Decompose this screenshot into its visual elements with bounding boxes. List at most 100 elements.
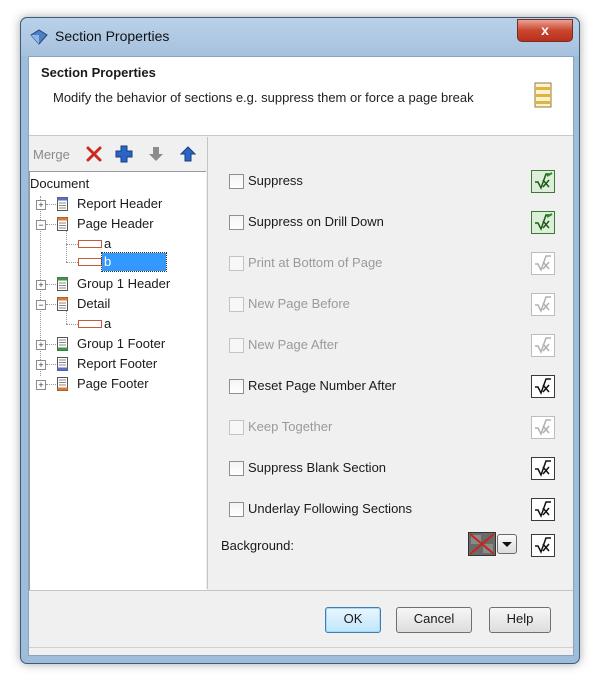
close-button[interactable]: x — [517, 19, 573, 42]
collapse-toggle[interactable]: − — [36, 220, 46, 230]
suppress-drill-down-checkbox[interactable] — [229, 215, 244, 230]
option-underlay: Underlay Following Sections — [215, 498, 573, 522]
help-button[interactable]: Help — [489, 607, 551, 633]
tree-item-group1-footer[interactable]: Group 1 Footer — [77, 334, 165, 354]
tree-connector — [46, 204, 56, 205]
group-header-icon — [57, 277, 68, 291]
section-band-icon — [78, 320, 102, 328]
formula-icon — [531, 252, 555, 275]
header-panel: Section Properties Modify the behavior o… — [29, 57, 573, 136]
tree-connector — [66, 244, 78, 245]
formula-set-icon[interactable] — [531, 170, 555, 193]
no-color-swatch-icon[interactable] — [468, 532, 496, 556]
option-label: Suppress — [248, 173, 303, 188]
tree-item-page-header-a[interactable]: a — [104, 234, 111, 254]
new-page-before-checkbox — [229, 297, 244, 312]
expand-toggle[interactable]: + — [36, 360, 46, 370]
tree-connector — [46, 284, 56, 285]
page-header-icon — [57, 217, 68, 231]
window-title: Section Properties — [55, 28, 170, 44]
option-label: Print at Bottom of Page — [248, 255, 383, 270]
option-label: Keep Together — [248, 419, 333, 434]
option-new-page-before: New Page Before — [215, 293, 573, 317]
option-label: Suppress Blank Section — [248, 460, 387, 475]
option-label: Reset Page Number After — [248, 378, 397, 393]
tree-toolbar: Merge — [29, 137, 207, 171]
tree-root-document[interactable]: Document — [30, 174, 89, 194]
status-bar — [29, 647, 573, 656]
formula-icon — [531, 293, 555, 316]
detail-icon — [57, 297, 68, 311]
suppress-checkbox[interactable] — [229, 174, 244, 189]
tree-item-detail-a[interactable]: a — [104, 314, 111, 334]
tree-item-page-header[interactable]: Page Header — [77, 214, 154, 234]
move-up-icon[interactable] — [179, 145, 197, 163]
tree-item-detail[interactable]: Detail — [77, 294, 110, 314]
delete-icon[interactable] — [85, 145, 103, 163]
ok-button[interactable]: OK — [325, 607, 381, 633]
background-label: Background: — [221, 538, 294, 553]
cancel-button[interactable]: Cancel — [396, 607, 472, 633]
option-label: New Page After — [248, 337, 339, 352]
header-title: Section Properties — [41, 65, 156, 80]
formula-icon — [531, 334, 555, 357]
option-label: New Page Before — [248, 296, 350, 311]
expand-toggle[interactable]: + — [36, 340, 46, 350]
formula-set-icon[interactable] — [531, 211, 555, 234]
expand-toggle[interactable]: + — [36, 380, 46, 390]
title-bar[interactable]: Section Properties x — [21, 18, 579, 56]
tree-connector — [66, 262, 78, 263]
add-icon[interactable] — [115, 145, 133, 163]
tree-item-report-header[interactable]: Report Header — [77, 194, 162, 214]
option-label: Suppress on Drill Down — [248, 214, 384, 229]
option-suppress: Suppress — [215, 170, 573, 194]
section-band-icon — [78, 240, 102, 248]
section-tree[interactable]: Document + Report Header − Page Header a… — [29, 171, 206, 591]
section-properties-dialog: Section Properties x Section Properties … — [20, 17, 580, 664]
option-new-page-after: New Page After — [215, 334, 573, 358]
option-suppress-drill-down: Suppress on Drill Down — [215, 211, 573, 235]
formula-icon[interactable] — [531, 498, 555, 521]
tree-connector — [46, 384, 56, 385]
page-footer-icon — [57, 377, 68, 391]
section-band-icon — [78, 258, 102, 266]
underlay-checkbox[interactable] — [229, 502, 244, 517]
tree-item-page-header-b[interactable]: b — [101, 252, 167, 272]
formula-icon[interactable] — [531, 457, 555, 480]
option-suppress-blank: Suppress Blank Section — [215, 457, 573, 481]
expand-toggle[interactable]: + — [36, 280, 46, 290]
tree-item-group1-header[interactable]: Group 1 Header — [77, 274, 170, 294]
app-icon — [30, 29, 48, 45]
dialog-client: Section Properties Modify the behavior o… — [28, 56, 574, 656]
options-panel: Suppress Suppress on Drill Down Print at… — [215, 137, 573, 589]
expand-toggle[interactable]: + — [36, 200, 46, 210]
new-page-after-checkbox — [229, 338, 244, 353]
group-footer-icon — [57, 337, 68, 351]
header-description: Modify the behavior of sections e.g. sup… — [53, 90, 474, 105]
tree-item-page-footer[interactable]: Page Footer — [77, 374, 149, 394]
option-reset-page-number: Reset Page Number After — [215, 375, 573, 399]
tree-connector — [46, 304, 56, 305]
option-keep-together: Keep Together — [215, 416, 573, 440]
move-down-icon[interactable] — [147, 145, 165, 163]
reset-page-number-checkbox[interactable] — [229, 379, 244, 394]
keep-together-checkbox — [229, 420, 244, 435]
chevron-down-icon[interactable] — [497, 534, 517, 554]
suppress-blank-checkbox[interactable] — [229, 461, 244, 476]
merge-button[interactable]: Merge — [33, 147, 70, 162]
report-footer-icon — [57, 357, 68, 371]
option-label: Underlay Following Sections — [248, 501, 413, 516]
tree-connector — [66, 324, 78, 325]
collapse-toggle[interactable]: − — [36, 300, 46, 310]
formula-icon[interactable] — [531, 375, 555, 398]
report-header-icon — [57, 197, 68, 211]
formula-icon — [531, 416, 555, 439]
tree-connector — [46, 344, 56, 345]
option-print-bottom: Print at Bottom of Page — [215, 252, 573, 276]
tree-item-report-footer[interactable]: Report Footer — [77, 354, 157, 374]
sections-panel: Merge Document + Report Header − Page He… — [29, 137, 208, 591]
print-bottom-checkbox — [229, 256, 244, 271]
tree-connector — [46, 364, 56, 365]
formula-icon[interactable] — [531, 534, 555, 557]
section-properties-icon — [534, 82, 552, 108]
